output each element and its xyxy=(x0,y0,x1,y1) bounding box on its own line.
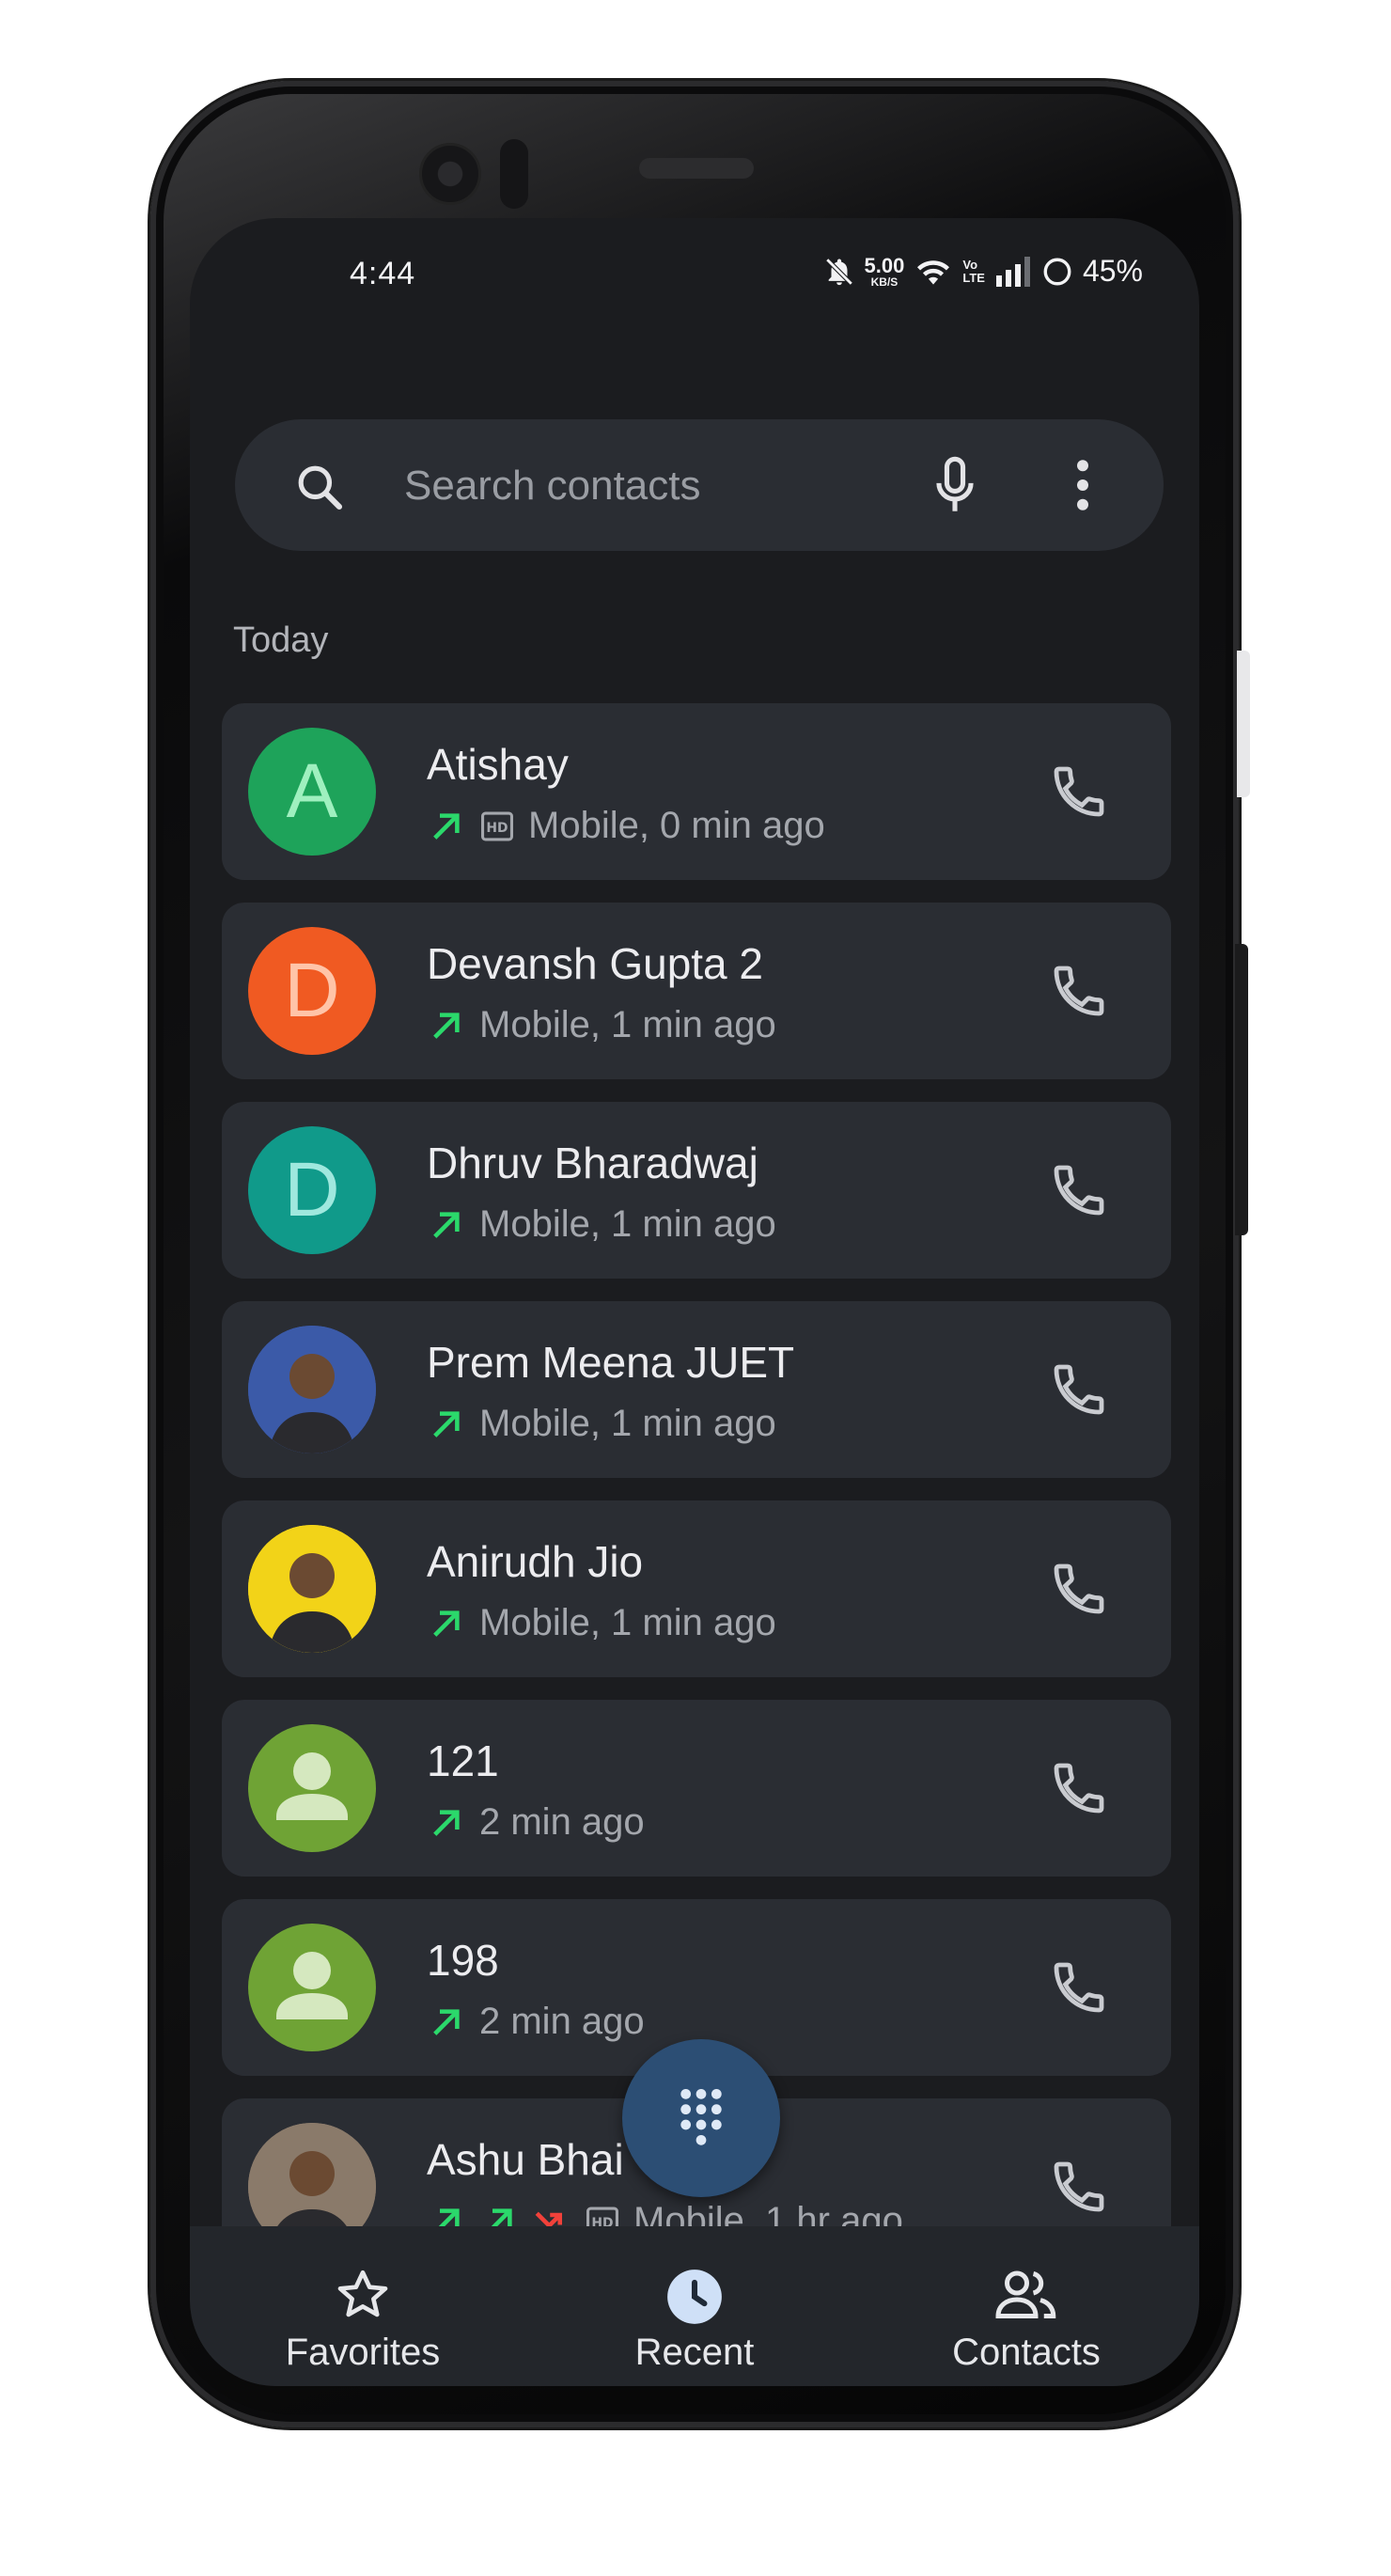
status-time: 4:44 xyxy=(350,256,416,291)
phone-icon[interactable] xyxy=(1049,2157,1109,2217)
call-log-item[interactable]: 121 2 min ago xyxy=(222,1700,1171,1877)
avatar[interactable]: A xyxy=(248,728,376,856)
nav-contacts[interactable]: Contacts xyxy=(885,2226,1167,2386)
avatar[interactable] xyxy=(248,1525,376,1653)
section-header-today: Today xyxy=(233,620,329,660)
phone-icon[interactable] xyxy=(1049,1559,1109,1619)
nav-recent-label: Recent xyxy=(634,2332,755,2373)
contact-name: Prem Meena JUET xyxy=(427,1338,795,1387)
phone-icon[interactable] xyxy=(1049,762,1109,822)
avatar[interactable] xyxy=(248,1924,376,2051)
call-details: Mobile, 1 min ago xyxy=(427,1602,776,1644)
outgoing-call-icon xyxy=(433,1012,460,1039)
avatar-letter: D xyxy=(284,948,340,1033)
status-icons: 5.00 KB/S Vo LTE 45% xyxy=(823,254,1143,289)
hd-voice-icon: HD xyxy=(481,811,513,840)
sensor xyxy=(500,139,528,209)
avatar[interactable] xyxy=(248,1326,376,1453)
bottom-navigation: Favorites Recent Contacts xyxy=(190,2226,1199,2386)
call-log-item[interactable]: Prem Meena JUET Mobile, 1 min ago xyxy=(222,1301,1171,1478)
wifi-icon xyxy=(917,259,950,285)
call-detail-text: Mobile, 1 min ago xyxy=(479,1203,776,1245)
people-icon xyxy=(995,2270,1056,2318)
avatar[interactable]: D xyxy=(248,1126,376,1254)
call-details: Mobile, 1 min ago xyxy=(427,1403,776,1445)
battery-percent: 45% xyxy=(1082,254,1143,288)
bell-off-icon xyxy=(825,257,853,286)
nav-contacts-label: Contacts xyxy=(952,2332,1101,2373)
call-details: Mobile, 1 min ago xyxy=(427,1004,776,1046)
battery-icon xyxy=(1043,258,1071,285)
call-detail-text: 2 min ago xyxy=(479,1801,645,1843)
call-details: Mobile, 1 min ago xyxy=(427,1203,776,1246)
nav-recent[interactable]: Recent xyxy=(554,2226,836,2386)
signal-icon xyxy=(995,256,1030,287)
outgoing-call-icon xyxy=(433,1809,460,1836)
contact-name: Devansh Gupta 2 xyxy=(427,939,764,988)
dialpad-button[interactable] xyxy=(622,2039,780,2197)
outgoing-call-icon xyxy=(433,1610,460,1637)
call-log-item[interactable]: Anirudh Jio Mobile, 1 min ago xyxy=(222,1500,1171,1677)
contact-name: 198 xyxy=(427,1936,499,1985)
contact-name: Dhruv Bharadwaj xyxy=(427,1139,758,1187)
volte-top: Vo xyxy=(962,257,978,272)
person-icon xyxy=(276,1752,348,1820)
phone-icon[interactable] xyxy=(1049,1160,1109,1220)
clock-icon xyxy=(667,2270,722,2324)
contact-name: Anirudh Jio xyxy=(427,1537,644,1586)
avatar[interactable]: D xyxy=(248,927,376,1055)
contact-name: 121 xyxy=(427,1736,499,1785)
person-icon xyxy=(276,1952,348,2019)
star-icon xyxy=(337,2270,388,2317)
outgoing-call-icon xyxy=(433,1410,460,1437)
volte-bottom: LTE xyxy=(962,270,985,285)
outgoing-call-icon xyxy=(433,812,460,840)
phone-screen: 4:44 5.00 KB/S Vo LTE 45% Search contact… xyxy=(190,218,1199,2386)
outgoing-call-icon xyxy=(433,1211,460,1238)
avatar[interactable] xyxy=(248,1724,376,1852)
call-detail-text: Mobile, 1 min ago xyxy=(479,1004,776,1045)
call-detail-text: Mobile, 1 min ago xyxy=(479,1403,776,1444)
contact-photo xyxy=(248,1525,376,1653)
call-log-item[interactable]: D Dhruv Bharadwaj Mobile, 1 min ago xyxy=(222,1102,1171,1279)
dialpad-icon xyxy=(680,2088,722,2145)
phone-icon[interactable] xyxy=(1049,1957,1109,2018)
power-button xyxy=(1237,651,1250,797)
call-details: 2 min ago xyxy=(427,1801,645,1844)
nav-favorites[interactable]: Favorites xyxy=(222,2226,504,2386)
avatar-letter: A xyxy=(286,748,338,834)
earpiece-speaker xyxy=(639,158,754,179)
call-details: HD Mobile, 0 min ago xyxy=(427,805,825,847)
microphone-icon[interactable] xyxy=(930,455,979,515)
search-bar[interactable]: Search contacts xyxy=(235,419,1164,551)
call-details: 2 min ago xyxy=(427,2001,645,2043)
call-log-item[interactable]: D Devansh Gupta 2 Mobile, 1 min ago xyxy=(222,903,1171,1079)
call-detail-text: Mobile, 0 min ago xyxy=(528,805,825,846)
network-speed: 5.00 KB/S xyxy=(864,253,905,289)
contact-name: Atishay xyxy=(427,740,569,789)
network-speed-value: 5.00 xyxy=(864,253,905,277)
phone-icon[interactable] xyxy=(1049,1758,1109,1818)
network-speed-unit: KB/S xyxy=(870,275,899,289)
phone-icon[interactable] xyxy=(1049,1359,1109,1420)
volume-button xyxy=(1235,944,1248,1235)
search-input[interactable]: Search contacts xyxy=(404,463,701,510)
volte-indicator: Vo LTE xyxy=(962,257,985,285)
call-detail-text: 2 min ago xyxy=(479,2001,645,2042)
status-bar: 4:44 5.00 KB/S Vo LTE 45% xyxy=(190,218,1199,340)
contact-name: Ashu Bhai xyxy=(427,2135,624,2184)
phone-icon[interactable] xyxy=(1049,961,1109,1021)
avatar-letter: D xyxy=(284,1147,340,1233)
call-detail-text: Mobile, 1 min ago xyxy=(479,1602,776,1643)
outgoing-call-icon xyxy=(433,2008,460,2035)
svg-text:HD: HD xyxy=(486,821,508,836)
nav-favorites-label: Favorites xyxy=(285,2332,441,2373)
search-icon[interactable] xyxy=(293,461,346,513)
front-camera xyxy=(419,143,481,205)
phone-frame: 4:44 5.00 KB/S Vo LTE 45% Search contact… xyxy=(150,81,1250,2427)
call-log-item[interactable]: A Atishay HD Mobile, 0 min ago xyxy=(222,703,1171,880)
more-vertical-icon[interactable] xyxy=(1071,457,1094,513)
contact-photo xyxy=(248,1326,376,1453)
